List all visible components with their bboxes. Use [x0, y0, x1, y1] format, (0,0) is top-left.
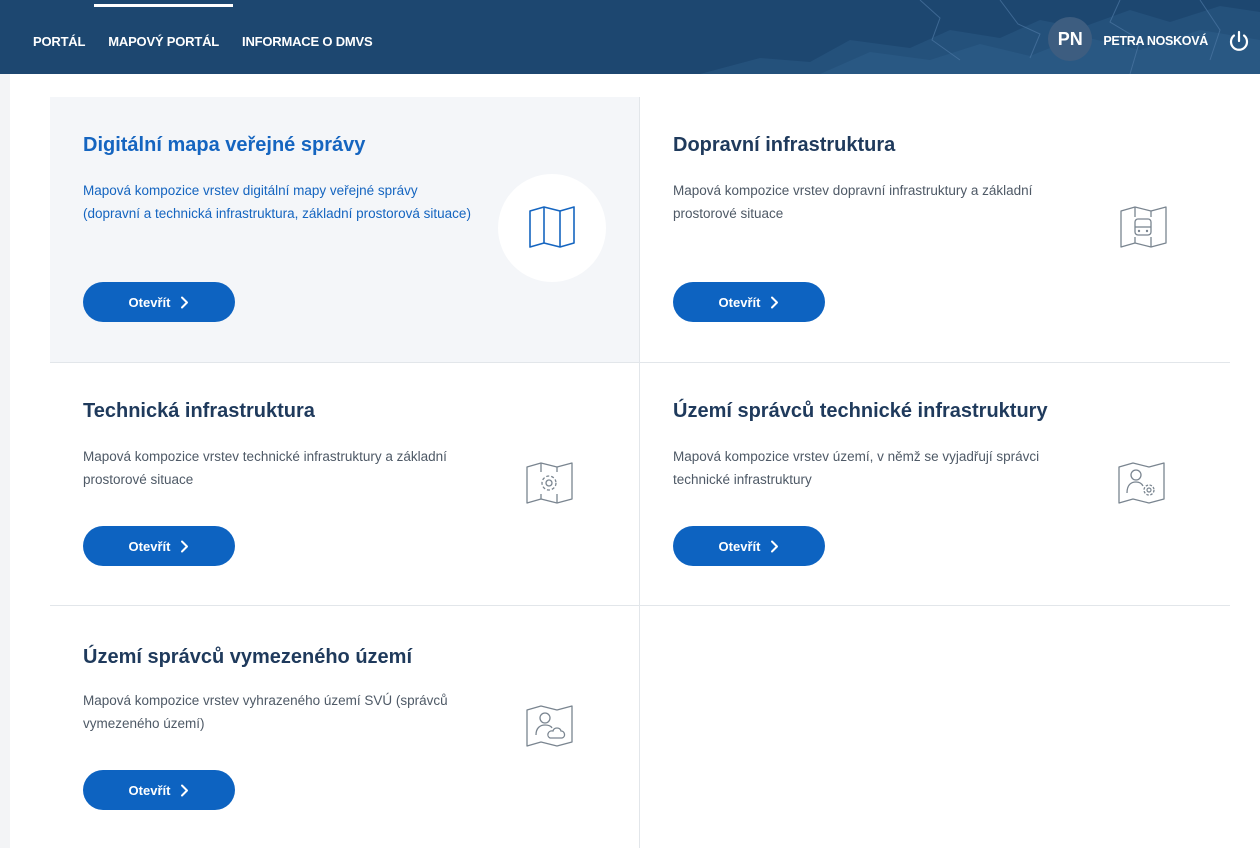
- logout-button[interactable]: [1228, 21, 1260, 61]
- open-button[interactable]: Otevřít: [83, 770, 235, 810]
- card-title: Dopravní infrastruktura: [673, 134, 896, 156]
- card-title: Digitální mapa veřejné správy: [83, 134, 366, 156]
- open-button[interactable]: Otevřít: [83, 282, 235, 322]
- chevron-right-icon: [180, 296, 189, 309]
- card-dopravni-infrastruktura: Dopravní infrastruktura Mapová kompozice…: [640, 97, 1230, 363]
- nav-item-mapovy-portal[interactable]: MAPOVÝ PORTÁL: [94, 0, 233, 74]
- card-title: Území správců vymezeného území: [83, 646, 413, 668]
- card-title: Území správců technické infrastruktury: [673, 400, 1048, 422]
- user-name[interactable]: PETRA NOSKOVÁ: [1103, 34, 1208, 48]
- card-description: Mapová kompozice vrstev území, v němž se…: [673, 449, 1040, 487]
- left-gutter: [0, 74, 10, 848]
- chevron-right-icon: [770, 296, 779, 309]
- open-button[interactable]: Otevřít: [673, 526, 825, 566]
- card-description: Mapová kompozice vrstev technické infras…: [83, 449, 447, 487]
- card-technicka-infrastruktura: Technická infrastruktura Mapová kompozic…: [50, 363, 640, 606]
- nav-item-portal[interactable]: PORTÁL: [33, 0, 85, 74]
- chevron-right-icon: [770, 540, 779, 553]
- main-nav: PORTÁL MAPOVÝ PORTÁL INFORMACE O DMVS: [33, 0, 395, 74]
- map-person-area-icon: [526, 705, 573, 747]
- open-button-label: Otevřít: [718, 294, 761, 310]
- map-gear-icon: [526, 462, 573, 504]
- card-uzemi-spravcu-ti: Území správců technické infrastruktury M…: [640, 363, 1230, 606]
- card-description: Mapová kompozice vrstev dopravní infrast…: [673, 183, 1033, 221]
- chevron-right-icon: [180, 540, 189, 553]
- map-car-icon: [1120, 206, 1167, 248]
- top-navigation-bar: PORTÁL MAPOVÝ PORTÁL INFORMACE O DMVS PN…: [0, 0, 1260, 74]
- open-button-label: Otevřít: [128, 538, 171, 554]
- user-area: PN PETRA NOSKOVÁ: [1048, 0, 1260, 74]
- power-icon: [1229, 30, 1249, 51]
- nav-item-informace-o-dmvs[interactable]: INFORMACE O DMVS: [242, 0, 373, 74]
- card-description: Mapová kompozice vrstev digitální mapy v…: [83, 183, 471, 221]
- open-button-label: Otevřít: [718, 538, 761, 554]
- card-uzemi-spravcu-vu: Území správců vymezeného území Mapová ko…: [50, 606, 640, 848]
- open-button[interactable]: Otevřít: [673, 282, 825, 322]
- open-button-label: Otevřít: [128, 294, 171, 310]
- chevron-right-icon: [180, 784, 189, 797]
- open-button[interactable]: Otevřít: [83, 526, 235, 566]
- map-icon: [529, 206, 575, 248]
- card-digitalni-mapa: Digitální mapa veřejné správy Mapová kom…: [50, 97, 640, 363]
- card-title: Technická infrastruktura: [83, 400, 315, 422]
- card-description: Mapová kompozice vrstev vyhrazeného územ…: [83, 693, 448, 731]
- avatar[interactable]: PN: [1048, 17, 1093, 61]
- open-button-label: Otevřít: [128, 782, 171, 798]
- map-person-gear-icon: [1118, 462, 1165, 504]
